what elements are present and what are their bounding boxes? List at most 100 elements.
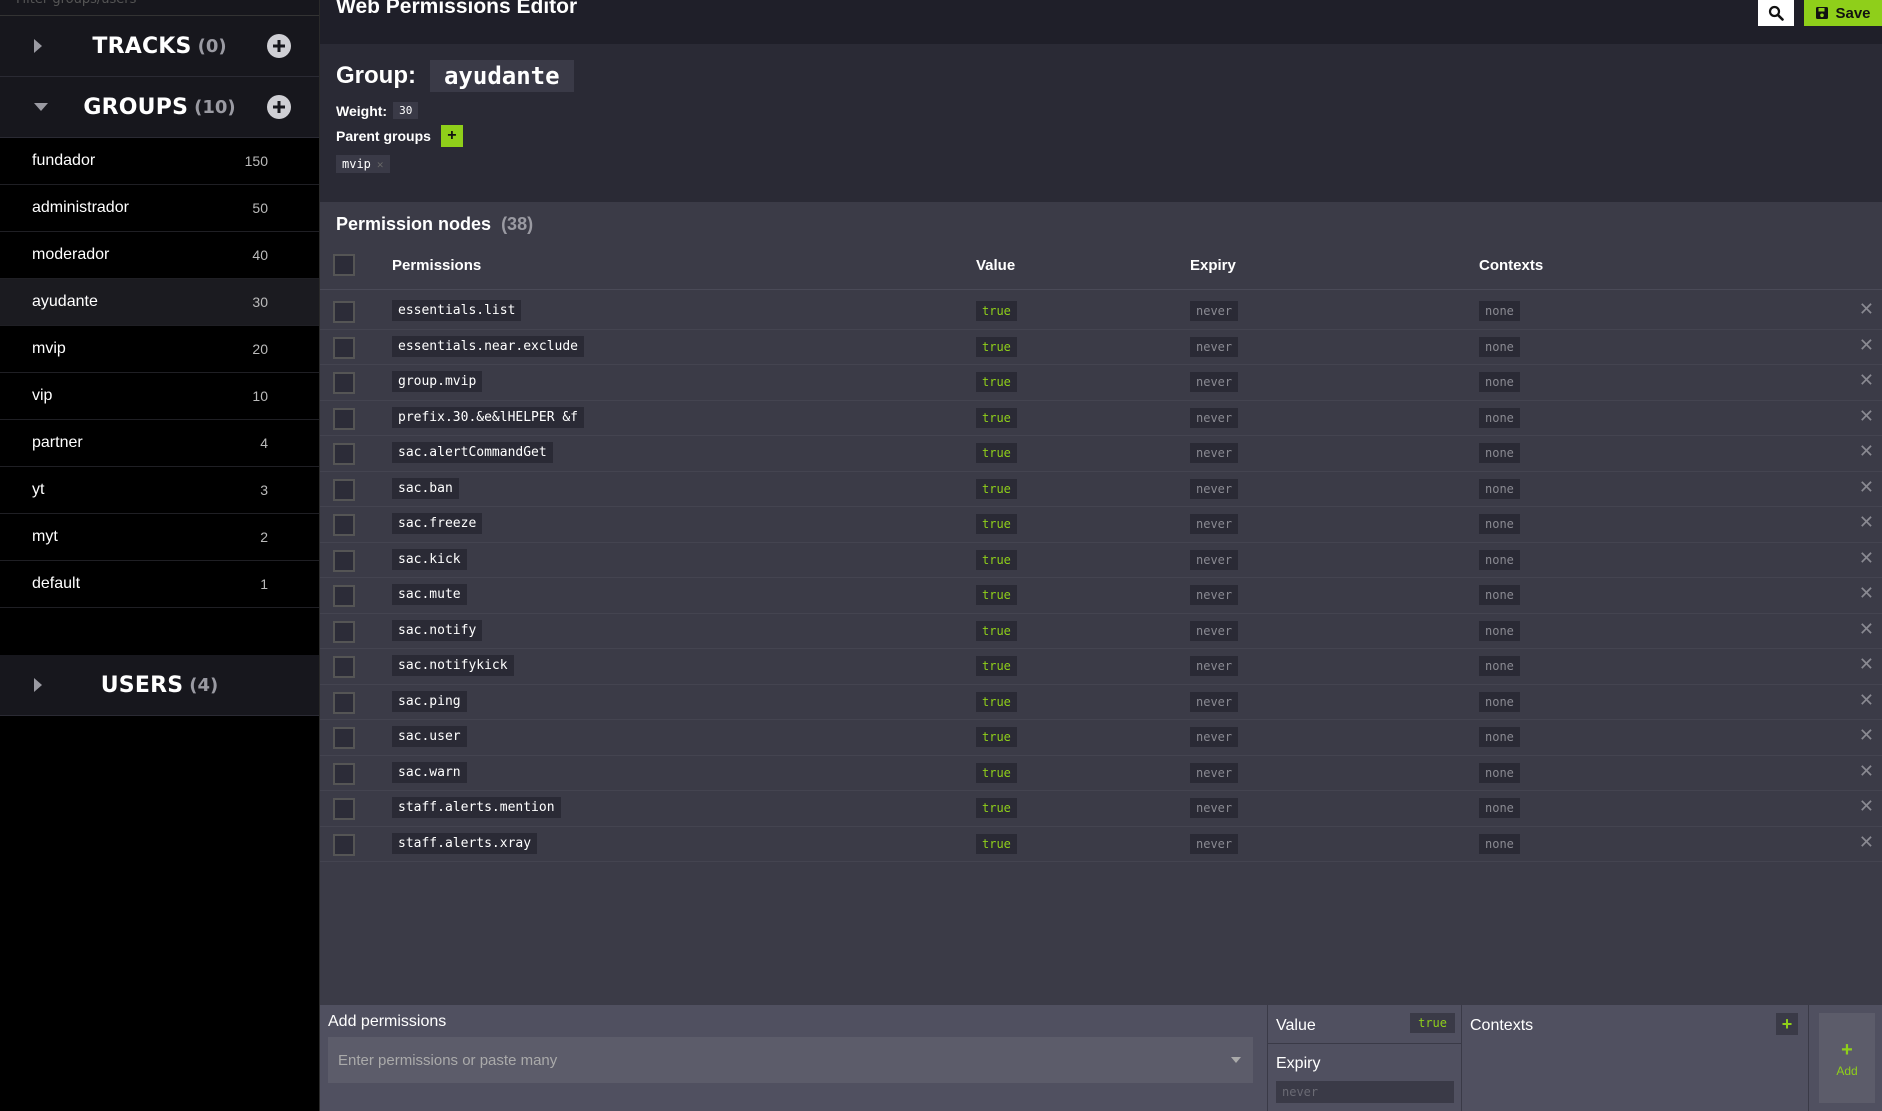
add-permission-button[interactable]: + Add <box>1819 1013 1875 1103</box>
group-item[interactable]: myt 2 <box>0 514 319 561</box>
expand-caret-icon[interactable] <box>34 678 42 692</box>
permission-contexts[interactable]: none <box>1479 691 1520 712</box>
permission-expiry[interactable]: never <box>1190 407 1239 428</box>
permission-contexts[interactable]: none <box>1479 336 1520 357</box>
permission-contexts[interactable]: none <box>1479 549 1520 570</box>
permission-value[interactable]: true <box>976 443 1017 463</box>
delete-icon[interactable]: ✕ <box>1859 583 1874 604</box>
group-item[interactable]: yt 3 <box>0 467 319 514</box>
remove-parent-icon[interactable]: ✕ <box>377 158 384 171</box>
delete-icon[interactable]: ✕ <box>1859 619 1874 640</box>
row-checkbox[interactable] <box>333 336 355 359</box>
group-item[interactable]: administrador 50 <box>0 185 319 232</box>
permission-value[interactable]: true <box>976 372 1017 392</box>
permission-value[interactable]: true <box>976 691 1017 712</box>
permission-expiry[interactable]: never <box>1190 691 1239 712</box>
row-checkbox[interactable] <box>333 833 355 856</box>
permission-contexts[interactable]: none <box>1479 762 1520 783</box>
permission-value[interactable]: true <box>976 514 1017 534</box>
permission-expiry[interactable]: never <box>1190 762 1239 783</box>
permission-value[interactable]: true <box>976 798 1017 818</box>
users-section-header[interactable]: USERS (4) <box>0 655 319 716</box>
permission-value[interactable]: true <box>976 336 1017 357</box>
row-checkbox[interactable] <box>333 585 355 607</box>
row-checkbox[interactable] <box>333 478 355 501</box>
permission-expiry[interactable]: never <box>1190 798 1239 818</box>
delete-icon[interactable]: ✕ <box>1859 299 1874 320</box>
delete-icon[interactable]: ✕ <box>1859 548 1874 569</box>
permission-node[interactable]: sac.ping <box>392 690 467 712</box>
add-track-icon[interactable] <box>267 34 291 58</box>
column-value[interactable]: Value <box>976 257 1015 274</box>
chevron-down-icon[interactable] <box>1231 1057 1241 1063</box>
expand-caret-icon[interactable] <box>34 39 42 53</box>
row-checkbox[interactable] <box>333 407 355 430</box>
permission-contexts[interactable]: none <box>1479 301 1520 321</box>
permission-contexts[interactable]: none <box>1479 585 1520 605</box>
group-item[interactable]: vip 10 <box>0 373 319 420</box>
permission-node[interactable]: sac.notify <box>392 619 483 641</box>
permission-expiry[interactable]: never <box>1190 656 1239 676</box>
row-checkbox[interactable] <box>333 514 355 536</box>
permission-expiry[interactable]: never <box>1190 514 1239 534</box>
group-item[interactable]: mvip 20 <box>0 326 319 373</box>
delete-icon[interactable]: ✕ <box>1859 335 1874 356</box>
permission-expiry[interactable]: never <box>1190 620 1239 641</box>
permission-contexts[interactable]: none <box>1479 407 1520 428</box>
permission-expiry[interactable]: never <box>1190 727 1239 747</box>
permission-node[interactable]: staff.alerts.xray <box>392 832 538 854</box>
permission-contexts[interactable]: none <box>1479 372 1520 392</box>
permission-node[interactable]: sac.user <box>392 726 467 747</box>
select-all-checkbox[interactable] <box>333 254 355 276</box>
permission-value[interactable]: true <box>976 585 1017 605</box>
column-permissions[interactable]: Permissions <box>392 257 481 274</box>
permission-node[interactable]: sac.alertCommandGet <box>392 442 553 463</box>
permission-value[interactable]: true <box>976 620 1017 641</box>
group-item[interactable]: default 1 <box>0 561 319 608</box>
delete-icon[interactable]: ✕ <box>1859 370 1874 391</box>
value-toggle[interactable]: true <box>1410 1013 1455 1033</box>
delete-icon[interactable]: ✕ <box>1859 441 1874 462</box>
permission-value[interactable]: true <box>976 478 1017 499</box>
permission-value[interactable]: true <box>976 833 1017 854</box>
permission-node[interactable]: sac.kick <box>392 548 467 570</box>
delete-icon[interactable]: ✕ <box>1859 725 1874 746</box>
groups-section-header[interactable]: GROUPS (10) <box>0 77 319 138</box>
group-item[interactable]: moderador 40 <box>0 232 319 279</box>
filter-input[interactable]: Filter groups/users <box>0 0 319 16</box>
row-checkbox[interactable] <box>333 727 355 749</box>
weight-value[interactable]: 30 <box>393 102 419 119</box>
row-checkbox[interactable] <box>333 762 355 785</box>
delete-icon[interactable]: ✕ <box>1859 832 1874 853</box>
permission-contexts[interactable]: none <box>1479 514 1520 534</box>
tracks-section-header[interactable]: TRACKS (0) <box>0 16 319 77</box>
delete-icon[interactable]: ✕ <box>1859 477 1874 498</box>
permission-value[interactable]: true <box>976 727 1017 747</box>
delete-icon[interactable]: ✕ <box>1859 406 1874 427</box>
permission-node[interactable]: sac.ban <box>392 477 459 499</box>
delete-icon[interactable]: ✕ <box>1859 512 1874 533</box>
row-checkbox[interactable] <box>333 549 355 572</box>
row-checkbox[interactable] <box>333 656 355 678</box>
delete-icon[interactable]: ✕ <box>1859 654 1874 675</box>
permission-node[interactable]: essentials.near.exclude <box>392 335 585 357</box>
delete-icon[interactable]: ✕ <box>1859 761 1874 782</box>
permission-contexts[interactable]: none <box>1479 798 1520 818</box>
add-context-button[interactable]: + <box>1776 1013 1798 1035</box>
group-item[interactable]: ayudante 30 <box>0 279 319 326</box>
permission-value[interactable]: true <box>976 301 1017 321</box>
permission-contexts[interactable]: none <box>1479 833 1520 854</box>
row-checkbox[interactable] <box>333 301 355 323</box>
row-checkbox[interactable] <box>333 620 355 643</box>
delete-icon[interactable]: ✕ <box>1859 796 1874 817</box>
permission-expiry[interactable]: never <box>1190 336 1239 357</box>
permission-node[interactable]: prefix.30.&e&lHELPER &f <box>392 406 585 428</box>
column-expiry[interactable]: Expiry <box>1190 257 1236 274</box>
add-parent-button[interactable]: + <box>440 125 463 147</box>
collapse-caret-icon[interactable] <box>34 103 48 111</box>
permission-expiry[interactable]: never <box>1190 443 1239 463</box>
delete-icon[interactable]: ✕ <box>1859 690 1874 711</box>
column-contexts[interactable]: Contexts <box>1479 257 1543 274</box>
permission-value[interactable]: true <box>976 762 1017 783</box>
permission-node[interactable]: essentials.list <box>392 300 522 321</box>
